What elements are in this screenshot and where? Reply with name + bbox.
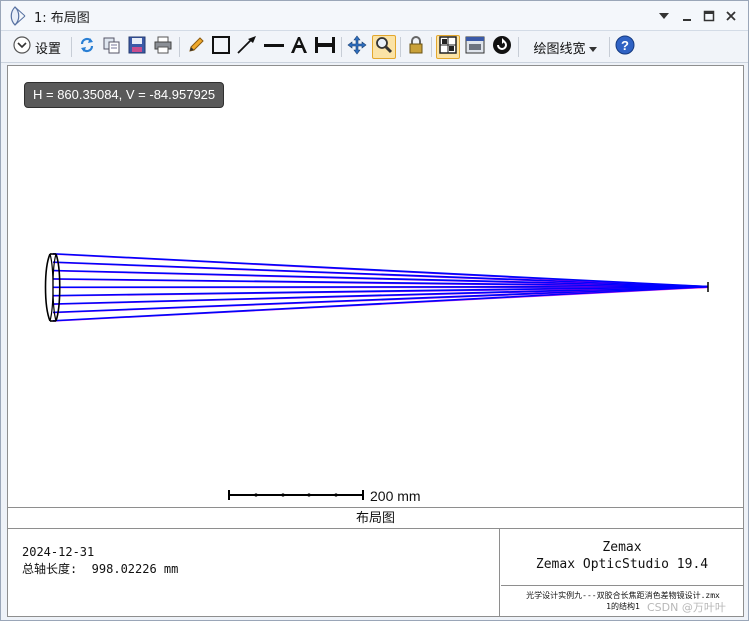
zoom-icon xyxy=(375,36,393,58)
rotate-button[interactable] xyxy=(490,35,514,59)
toolbar-separator xyxy=(179,37,180,57)
pan-icon xyxy=(347,35,367,59)
window-menu-dropdown-icon[interactable] xyxy=(655,7,673,25)
toolbar-separator xyxy=(71,37,72,57)
refresh-icon xyxy=(78,36,96,58)
window-title: 1: 布局图 xyxy=(34,11,90,26)
layout-icon xyxy=(439,36,457,58)
scale-label: 200 mm xyxy=(370,488,421,504)
info-brand: Zemax xyxy=(602,540,642,555)
toolbar-separator xyxy=(518,37,519,57)
zoom-button[interactable] xyxy=(372,35,396,59)
dropdown-arrow-icon xyxy=(588,38,597,57)
lock-button[interactable] xyxy=(405,35,427,59)
toolbar: 设置 绘图线宽 ? xyxy=(1,31,748,63)
line-icon xyxy=(263,35,285,59)
line-width-dropdown[interactable]: 绘图线宽 xyxy=(525,35,605,59)
refresh-button[interactable] xyxy=(77,35,97,59)
watermark-text: CSDN @万叶叶 xyxy=(647,601,726,614)
layout-window: 1: 布局图 设置 绘图线宽 ? H = 860.35084, V = -84.… xyxy=(0,0,749,621)
ray-line xyxy=(52,286,709,305)
svg-text:?: ? xyxy=(621,38,629,53)
ray-line xyxy=(52,270,709,288)
settings-button[interactable]: 设置 xyxy=(7,35,67,59)
settings-label: 设置 xyxy=(34,41,61,57)
info-left-panel: 2024-12-31 总轴长度: 998.02226 mm xyxy=(8,529,500,616)
lens-app-icon xyxy=(9,6,27,26)
info-date: 2024-12-31 xyxy=(22,545,95,559)
copy-button[interactable] xyxy=(101,35,123,59)
print-button[interactable] xyxy=(152,35,174,59)
line-width-label: 绘图线宽 xyxy=(533,41,586,57)
coordinate-readout: H = 860.35084, V = -84.957925 xyxy=(24,82,225,108)
print-icon xyxy=(153,36,173,58)
save-icon xyxy=(127,36,147,58)
toolbar-separator xyxy=(609,37,610,57)
title-bar: 1: 布局图 xyxy=(1,1,748,31)
toolbar-separator xyxy=(400,37,401,57)
ray-line xyxy=(52,286,709,289)
dimension-icon xyxy=(314,35,336,59)
info-axial-length: 总轴长度: 998.02226 mm xyxy=(22,562,179,576)
maximize-icon[interactable] xyxy=(700,7,718,25)
help-icon: ? xyxy=(615,35,635,59)
pencil-icon xyxy=(187,36,205,58)
info-brand-panel: Zemax Zemax OpticStudio 19.4 xyxy=(501,529,743,586)
window-button[interactable] xyxy=(463,35,487,59)
settings-dropdown-icon xyxy=(13,36,31,58)
help-button[interactable]: ? xyxy=(614,35,636,59)
arrow-line-button[interactable] xyxy=(235,35,259,59)
save-button[interactable] xyxy=(126,35,148,59)
layout-plot-area[interactable]: H = 860.35084, V = -84.957925 200 mm xyxy=(7,65,744,507)
pencil-button[interactable] xyxy=(185,35,207,59)
dimension-button[interactable] xyxy=(313,35,337,59)
text-icon xyxy=(289,35,309,59)
info-product: Zemax OpticStudio 19.4 xyxy=(535,557,709,572)
rectangle-button[interactable] xyxy=(210,35,232,59)
rectangle-icon xyxy=(211,35,231,59)
rotate-icon xyxy=(492,35,512,59)
window-icon xyxy=(465,36,485,58)
lock-icon xyxy=(407,35,425,59)
layout-button[interactable] xyxy=(436,35,460,59)
pan-button[interactable] xyxy=(346,35,368,59)
info-block: 布局图 2024-12-31 总轴长度: 998.02226 mm Zemax … xyxy=(7,507,744,617)
close-icon[interactable] xyxy=(722,7,740,25)
text-button[interactable] xyxy=(288,35,310,59)
minimize-icon[interactable] xyxy=(678,7,696,25)
line-button[interactable] xyxy=(262,35,286,59)
toolbar-separator xyxy=(341,37,342,57)
copy-icon xyxy=(102,36,122,58)
scale-bar xyxy=(228,490,364,500)
toolbar-separator xyxy=(431,37,432,57)
arrow-line-icon xyxy=(236,35,258,59)
ray-trace-drawing xyxy=(44,252,709,500)
info-title: 布局图 xyxy=(8,508,743,529)
ray-bundle xyxy=(52,252,709,322)
